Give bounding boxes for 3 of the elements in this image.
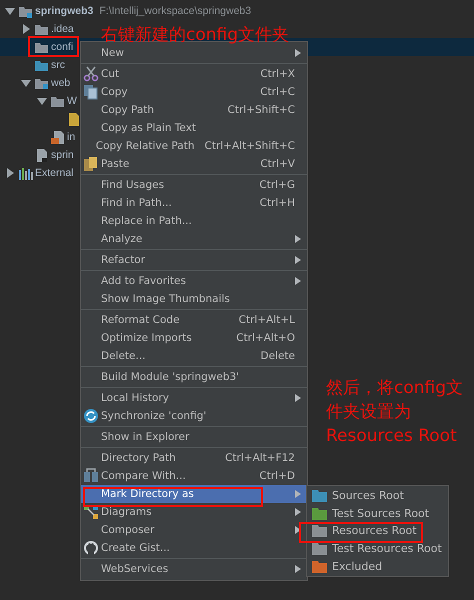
annotation-text: 然后，将config文 件夹设置为 Resources Root: [326, 377, 464, 448]
annotation-text: 右键新建的config文件夹: [101, 26, 290, 45]
project-path: F:\Intellij_workspace\springweb3: [99, 5, 252, 17]
